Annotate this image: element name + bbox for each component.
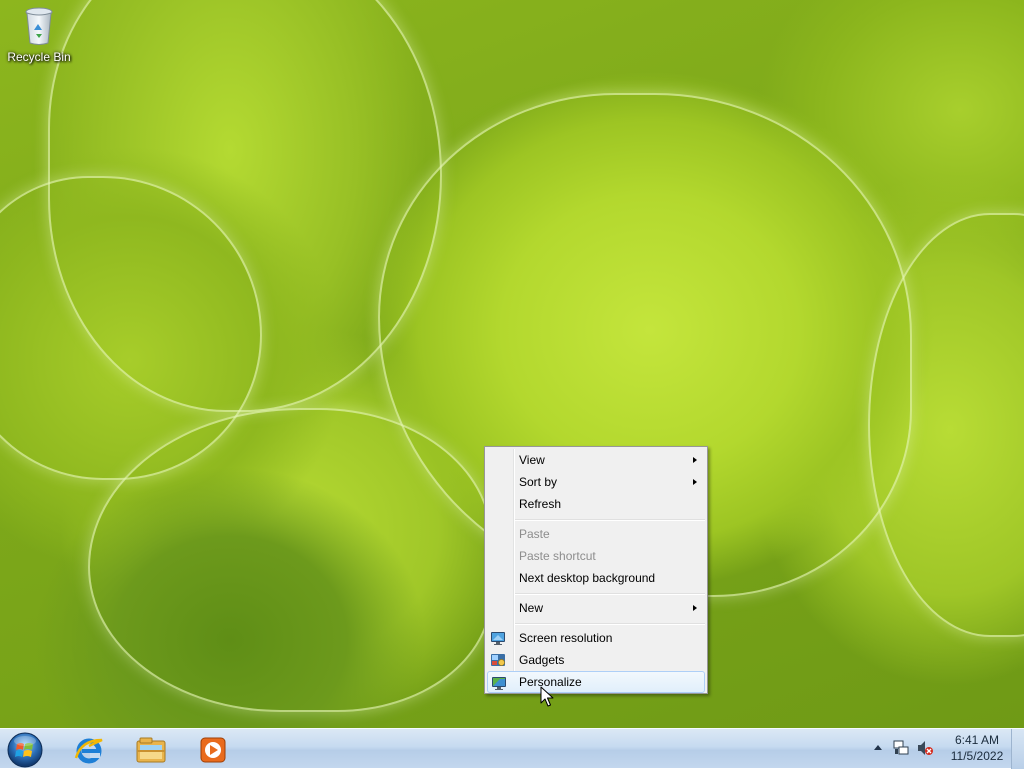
- desktop-context-menu: View Sort by Refresh Paste Paste shortcu…: [484, 446, 708, 694]
- screen-resolution-icon: [490, 630, 506, 646]
- desktop-icon-recycle-bin[interactable]: Recycle Bin: [4, 6, 74, 76]
- menu-item-label: Refresh: [519, 497, 562, 511]
- menu-item-label: Sort by: [519, 475, 558, 489]
- menu-item-view[interactable]: View: [487, 449, 705, 471]
- submenu-arrow-icon: [693, 479, 697, 485]
- notification-area: 6:41 AM 11/5/2022: [864, 729, 1024, 769]
- menu-item-label: Screen resolution: [519, 631, 613, 645]
- mouse-pointer-icon: [540, 686, 554, 708]
- menu-item-new[interactable]: New: [487, 597, 705, 619]
- show-desktop-button[interactable]: [1011, 729, 1024, 769]
- windows-start-orb-icon: [5, 732, 45, 772]
- taskbar-pinned-internet-explorer[interactable]: [60, 731, 118, 767]
- submenu-arrow-icon: [693, 457, 697, 463]
- menu-item-label: New: [519, 601, 544, 615]
- menu-item-personalize[interactable]: Personalize: [487, 671, 705, 693]
- menu-item-refresh[interactable]: Refresh: [487, 493, 705, 515]
- menu-item-label: Paste: [519, 527, 550, 541]
- menu-item-label: View: [519, 453, 545, 467]
- gadgets-icon: [490, 652, 506, 668]
- file-explorer-icon: [135, 734, 167, 770]
- taskbar-pinned-media-player[interactable]: [184, 731, 242, 767]
- personalize-icon: [491, 675, 507, 691]
- taskbar-pinned-file-explorer[interactable]: [122, 731, 180, 767]
- recycle-bin-icon: [24, 6, 54, 46]
- menu-item-next-desktop-background[interactable]: Next desktop background: [487, 567, 705, 589]
- taskbar: 6:41 AM 11/5/2022: [0, 728, 1024, 769]
- volume-muted-icon[interactable]: [916, 739, 934, 757]
- menu-item-paste[interactable]: Paste: [487, 523, 705, 545]
- recycle-bin-label: Recycle Bin: [7, 50, 71, 64]
- menu-item-label: Next desktop background: [519, 571, 656, 585]
- menu-item-label: Paste shortcut: [519, 549, 596, 563]
- menu-item-label: Gadgets: [519, 653, 565, 667]
- taskbar-clock[interactable]: 6:41 AM 11/5/2022: [944, 732, 1010, 764]
- menu-separator: [515, 623, 705, 625]
- menu-item-screen-resolution[interactable]: Screen resolution: [487, 627, 705, 649]
- menu-item-paste-shortcut[interactable]: Paste shortcut: [487, 545, 705, 567]
- menu-item-gadgets[interactable]: Gadgets: [487, 649, 705, 671]
- submenu-arrow-icon: [693, 605, 697, 611]
- menu-item-sort-by[interactable]: Sort by: [487, 471, 705, 493]
- internet-explorer-icon: [73, 734, 105, 770]
- desktop[interactable]: Recycle Bin View Sort by Refresh Paste P…: [0, 0, 1024, 728]
- menu-separator: [515, 519, 705, 521]
- clock-time: 6:41 AM: [954, 733, 1000, 747]
- media-player-icon: [197, 734, 229, 770]
- clock-date: 11/5/2022: [950, 749, 1004, 763]
- network-icon[interactable]: [892, 739, 910, 757]
- show-hidden-icons-arrow[interactable]: [874, 745, 882, 750]
- menu-separator: [515, 593, 705, 595]
- start-button[interactable]: [5, 730, 45, 768]
